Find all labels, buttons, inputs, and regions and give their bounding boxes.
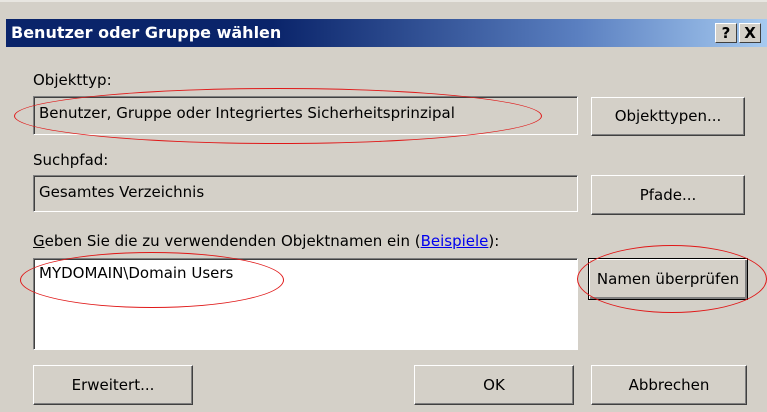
search-path-field: Gesamtes Verzeichnis (33, 175, 578, 212)
object-types-button[interactable]: Objekttypen... (591, 97, 745, 136)
object-names-label-text: eben Sie die zu verwendenden Objektnamen… (44, 232, 421, 250)
object-type-field: Benutzer, Gruppe oder Integriertes Siche… (33, 96, 578, 135)
ok-button[interactable]: OK (414, 365, 574, 405)
dialog-title: Benutzer oder Gruppe wählen (11, 23, 282, 42)
object-type-label: Objekttyp: (33, 71, 112, 89)
close-button[interactable]: X (739, 23, 761, 43)
title-bar: Benutzer oder Gruppe wählen ? X (6, 19, 767, 47)
paths-button[interactable]: Pfade... (591, 175, 745, 215)
check-names-button[interactable]: Namen überprüfen (588, 258, 748, 300)
examples-link[interactable]: Beispiele (421, 232, 489, 250)
object-names-input[interactable]: MYDOMAIN\Domain Users (33, 258, 578, 350)
object-names-label: Geben Sie die zu verwendenden Objektname… (33, 232, 499, 250)
advanced-button[interactable]: Erweitert... (33, 365, 193, 405)
object-names-label-accesskey: G (33, 232, 45, 250)
object-names-label-suffix: ): (488, 232, 500, 250)
help-button[interactable]: ? (715, 23, 737, 43)
cancel-button[interactable]: Abbrechen (591, 365, 747, 405)
search-path-label: Suchpfad: (33, 151, 109, 169)
select-user-or-group-dialog: Benutzer oder Gruppe wählen ? X Objektty… (0, 0, 767, 412)
